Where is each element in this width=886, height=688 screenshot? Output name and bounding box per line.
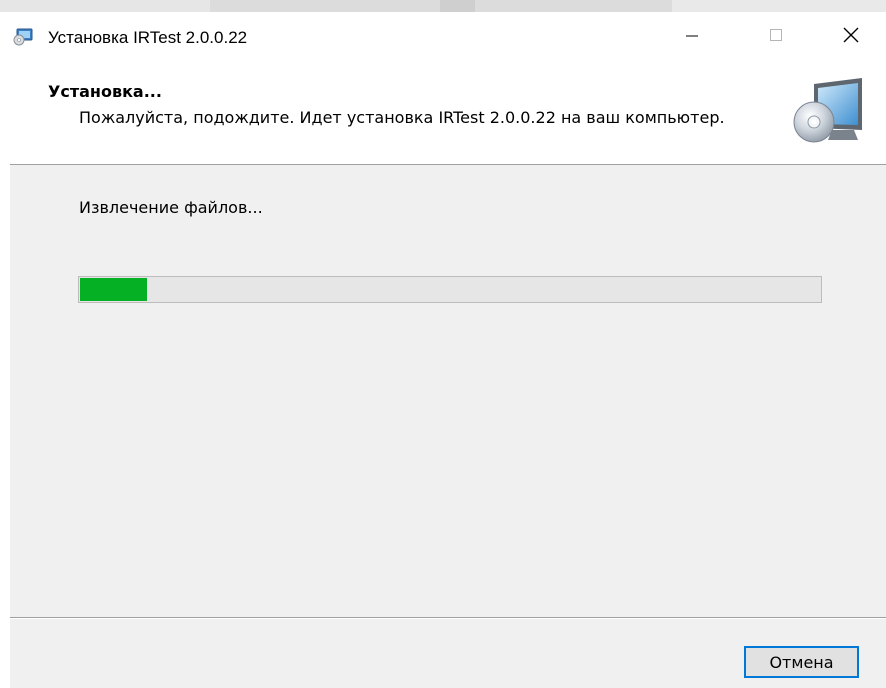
cd-monitor-icon bbox=[792, 70, 864, 156]
background-segment bbox=[0, 0, 210, 12]
progress-fill bbox=[80, 278, 147, 301]
minimize-button[interactable] bbox=[663, 12, 721, 62]
maximize-button[interactable] bbox=[747, 12, 805, 62]
cancel-button[interactable]: Отмена bbox=[744, 646, 859, 678]
background-segment bbox=[672, 0, 886, 12]
status-text: Извлечение файлов... bbox=[79, 198, 263, 217]
page-subtitle: Пожалуйста, подождите. Идет установка IR… bbox=[79, 108, 725, 127]
close-icon bbox=[842, 26, 860, 48]
page-header: Установка... Пожалуйста, подождите. Идет… bbox=[10, 62, 886, 165]
progress-bar bbox=[78, 276, 822, 303]
installer-window: Установка IRTest 2.0.0.22 Установка... П… bbox=[10, 12, 886, 688]
maximize-icon bbox=[768, 27, 784, 47]
background-segment bbox=[440, 0, 475, 12]
background-taskbar-strip bbox=[0, 0, 886, 12]
minimize-icon bbox=[684, 27, 700, 47]
installer-icon bbox=[13, 28, 33, 46]
close-button[interactable] bbox=[822, 12, 880, 62]
page-title: Установка... bbox=[48, 82, 162, 101]
footer-divider-highlight bbox=[10, 618, 886, 619]
title-bar[interactable]: Установка IRTest 2.0.0.22 bbox=[10, 12, 886, 62]
window-title: Установка IRTest 2.0.0.22 bbox=[48, 28, 248, 47]
